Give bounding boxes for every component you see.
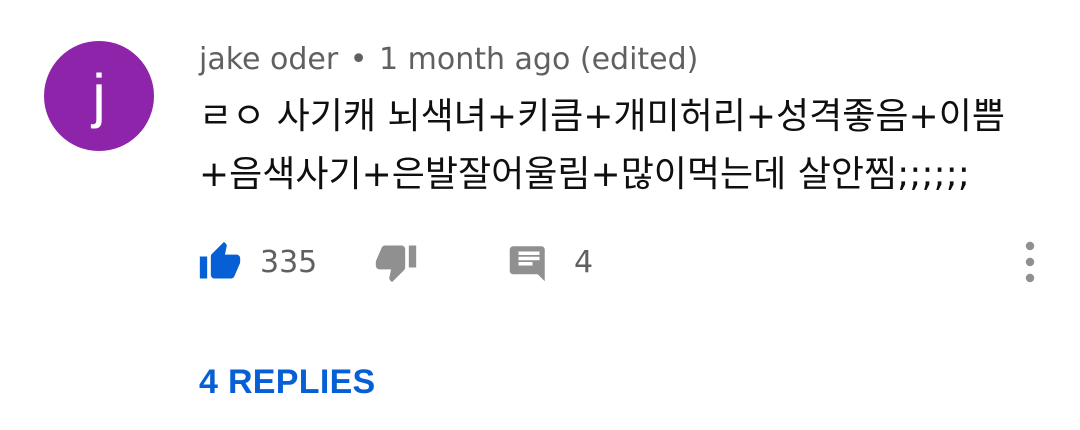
comment-text: ㄹㅇ 사기캐 뇌색녀+키큼+개미허리+성격좋음+이쁨 +음색사기+은발잘어울림+… (199, 88, 1049, 204)
comment-action-bar: 335 4 (0, 232, 1080, 292)
dislike-button[interactable] (374, 232, 418, 292)
comment-timestamp[interactable]: 1 month ago (379, 42, 570, 77)
author-name[interactable]: jake oder (199, 42, 338, 77)
comment-text-line: +음색사기+은발잘어울림+많이먹는데 살안찜;;;;;; (199, 154, 970, 195)
edited-label: (edited) (579, 42, 699, 77)
like-button[interactable]: 335 (198, 232, 317, 292)
reply-button[interactable]: 4 (508, 232, 593, 292)
reply-count: 4 (574, 244, 594, 280)
thumb-down-icon (374, 240, 418, 284)
comment-icon (508, 241, 550, 283)
like-count: 335 (260, 244, 318, 280)
more-options-button[interactable] (1010, 232, 1050, 292)
thumb-up-filled-icon (198, 240, 242, 284)
comment-header: jake oder • 1 month ago (edited) (199, 40, 698, 80)
avatar-letter: j (92, 62, 106, 129)
avatar[interactable]: j (44, 41, 154, 151)
view-replies-link[interactable]: 4 REPLIES (199, 360, 376, 404)
meta-separator: • (349, 42, 368, 77)
comment-text-line: ㄹㅇ 사기캐 뇌색녀+키큼+개미허리+성격좋음+이쁨 (199, 96, 1005, 137)
more-vertical-icon (1024, 240, 1036, 284)
